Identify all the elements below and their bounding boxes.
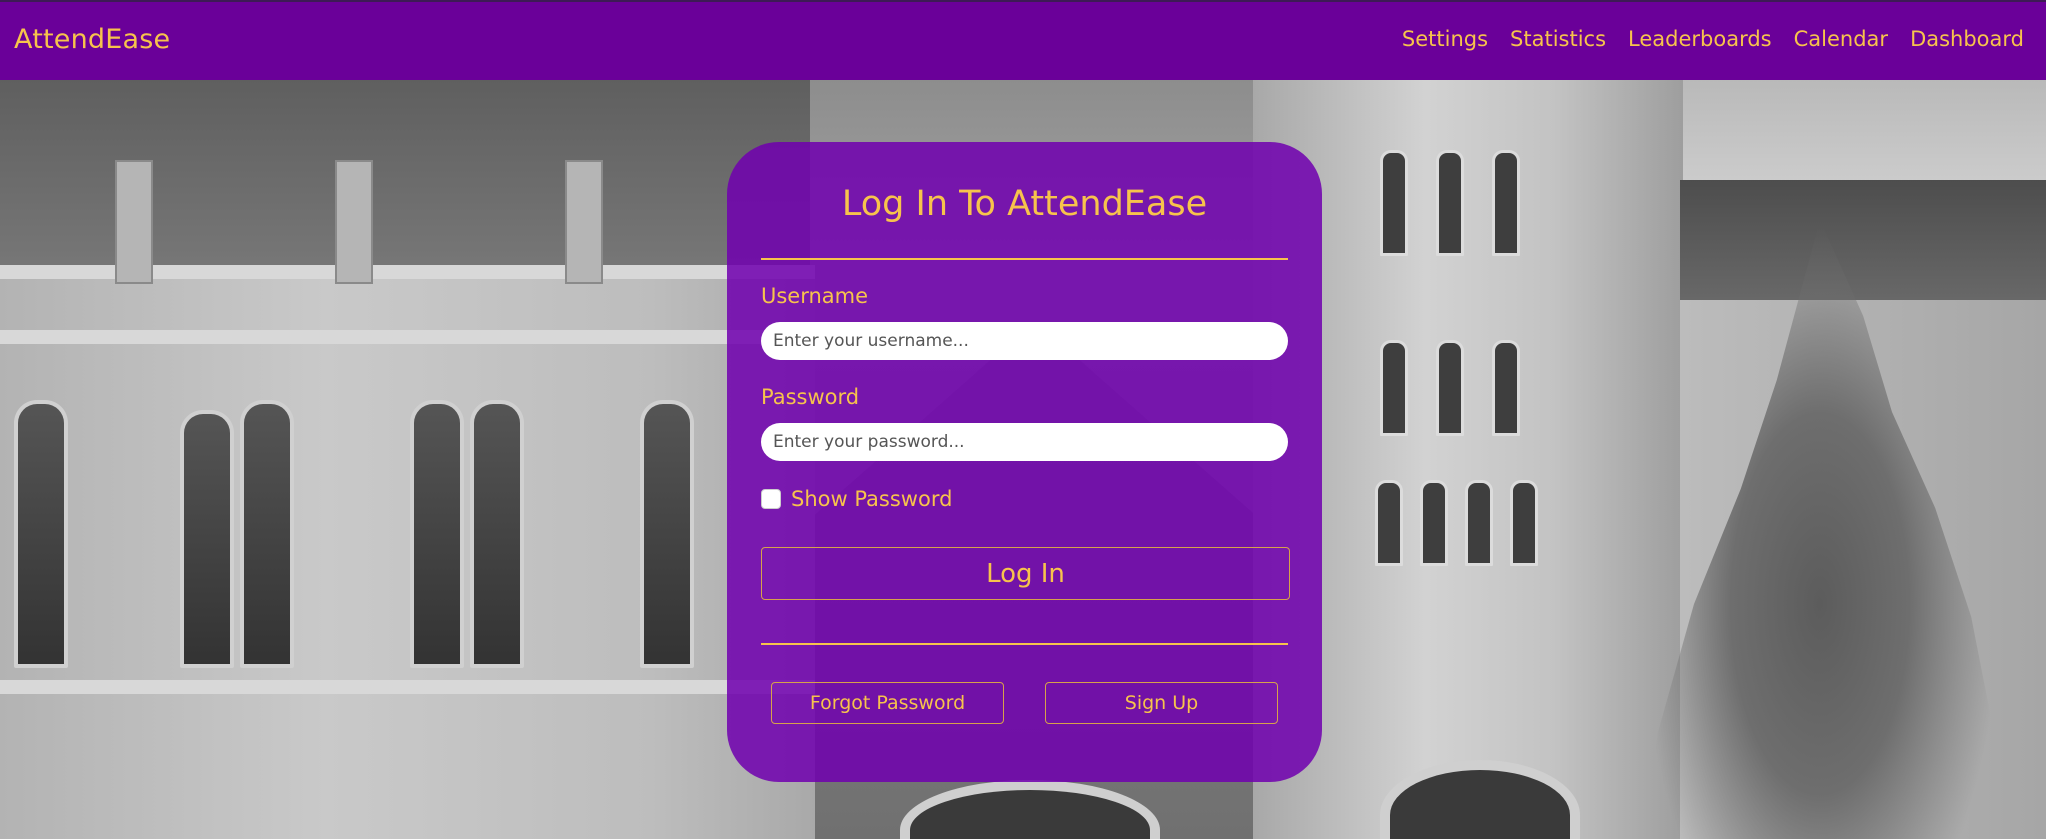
cornice [0,680,815,694]
tower-window [1436,340,1464,436]
window [240,400,294,668]
top-nav-bar: AttendEase Settings Statistics Leaderboa… [0,0,2046,80]
nav-link-dashboard[interactable]: Dashboard [1910,27,2024,51]
username-input[interactable] [761,322,1288,360]
login-button[interactable]: Log In [761,547,1290,600]
tower-window [1420,480,1448,566]
password-label: Password [761,385,860,409]
show-password-label[interactable]: Show Password [791,487,952,511]
roof-right [1680,180,2046,300]
window [410,400,464,668]
nav-links: Settings Statistics Leaderboards Calenda… [1402,27,2024,51]
tower-window [1492,340,1520,436]
tower-window [1380,340,1408,436]
window [470,400,524,668]
tower-window [1465,480,1493,566]
window [180,410,234,668]
forgot-password-button[interactable]: Forgot Password [771,682,1004,724]
login-title: Log In To AttendEase [841,184,1208,224]
nav-link-calendar[interactable]: Calendar [1794,27,1888,51]
nav-link-settings[interactable]: Settings [1402,27,1488,51]
nav-link-statistics[interactable]: Statistics [1510,27,1606,51]
cornice [0,330,815,344]
divider-top [761,258,1288,260]
divider-bottom [761,643,1288,645]
tower-window [1380,150,1408,256]
sign-up-button[interactable]: Sign Up [1045,682,1278,724]
pinnacle [565,160,603,284]
show-password-row: Show Password [761,487,952,511]
username-label: Username [761,284,869,308]
nav-link-leaderboards[interactable]: Leaderboards [1628,27,1772,51]
tower-window [1510,480,1538,566]
tower-window [1436,150,1464,256]
pinnacle [115,160,153,284]
window [14,400,68,668]
window [640,400,694,668]
brand-link[interactable]: AttendEase [14,24,170,55]
login-card: Log In To AttendEase Username Password S… [727,142,1322,782]
password-input[interactable] [761,423,1288,461]
tower-window [1492,150,1520,256]
pinnacle [335,160,373,284]
show-password-checkbox[interactable] [761,489,781,509]
tower-window [1375,480,1403,566]
